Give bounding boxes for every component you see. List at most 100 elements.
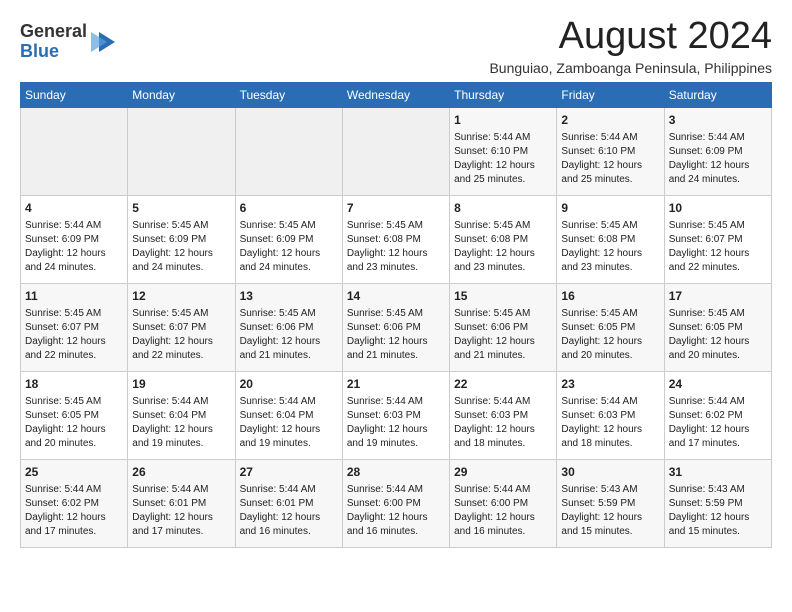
day-content: Daylight: 12 hours — [454, 335, 552, 349]
weekday-header-thursday: Thursday — [450, 82, 557, 107]
day-content: Sunrise: 5:45 AM — [240, 307, 338, 321]
day-content: Daylight: 12 hours — [240, 247, 338, 261]
day-content: Sunset: 6:10 PM — [454, 145, 552, 159]
day-content: and 24 minutes. — [132, 261, 230, 275]
day-content: Daylight: 12 hours — [561, 335, 659, 349]
day-content: and 24 minutes. — [25, 261, 123, 275]
day-content: Sunrise: 5:45 AM — [132, 307, 230, 321]
day-content: Daylight: 12 hours — [561, 423, 659, 437]
calendar-cell: 3Sunrise: 5:44 AMSunset: 6:09 PMDaylight… — [664, 107, 771, 195]
day-content: Sunrise: 5:44 AM — [454, 483, 552, 497]
calendar-cell: 15Sunrise: 5:45 AMSunset: 6:06 PMDayligh… — [450, 283, 557, 371]
day-content: Sunrise: 5:44 AM — [347, 395, 445, 409]
day-content: and 23 minutes. — [454, 261, 552, 275]
calendar-cell: 4 Sunrise: 5:44 AMSunset: 6:09 PMDaylight… — [21, 195, 128, 283]
day-content: Sunrise: 5:45 AM — [454, 307, 552, 321]
day-content: Daylight: 12 hours — [240, 423, 338, 437]
calendar-cell: 17Sunrise: 5:45 AMSunset: 6:05 PMDayligh… — [664, 283, 771, 371]
day-content: Sunrise: 5:44 AM — [240, 395, 338, 409]
day-content: and 21 minutes. — [454, 349, 552, 363]
day-content: Sunset: 6:02 PM — [669, 409, 767, 423]
day-content: and 24 minutes. — [669, 173, 767, 187]
day-content: Daylight: 12 hours — [240, 335, 338, 349]
calendar-cell: 8Sunrise: 5:45 AMSunset: 6:08 PMDaylight… — [450, 195, 557, 283]
day-content: Sunset: 6:04 PM — [240, 409, 338, 423]
weekday-header-friday: Friday — [557, 82, 664, 107]
day-number: 29 — [454, 464, 552, 481]
day-content: Sunset: 6:07 PM — [669, 233, 767, 247]
day-number: 1 — [454, 112, 552, 129]
calendar-week-row: 1Sunrise: 5:44 AMSunset: 6:10 PMDaylight… — [21, 107, 772, 195]
day-content: and 19 minutes. — [347, 437, 445, 451]
day-content: Daylight: 12 hours — [132, 423, 230, 437]
day-content: Daylight: 12 hours — [347, 511, 445, 525]
day-content: Sunset: 6:04 PM — [132, 409, 230, 423]
calendar-cell: 12Sunrise: 5:45 AMSunset: 6:07 PMDayligh… — [128, 283, 235, 371]
logo-general-text: General — [20, 21, 87, 41]
day-number: 20 — [240, 376, 338, 393]
calendar-week-row: 25Sunrise: 5:44 AMSunset: 6:02 PMDayligh… — [21, 459, 772, 547]
day-content: and 18 minutes. — [454, 437, 552, 451]
month-year-title: August 2024 — [489, 16, 772, 58]
title-block: August 2024 Bunguiao, Zamboanga Peninsul… — [489, 16, 772, 76]
calendar-cell — [342, 107, 449, 195]
calendar-cell: 14Sunrise: 5:45 AMSunset: 6:06 PMDayligh… — [342, 283, 449, 371]
day-number: 4 — [25, 200, 123, 217]
day-number: 10 — [669, 200, 767, 217]
calendar-cell: 23Sunrise: 5:44 AMSunset: 6:03 PMDayligh… — [557, 371, 664, 459]
day-number: 15 — [454, 288, 552, 305]
calendar-table: SundayMondayTuesdayWednesdayThursdayFrid… — [20, 82, 772, 548]
calendar-cell: 11Sunrise: 5:45 AMSunset: 6:07 PMDayligh… — [21, 283, 128, 371]
weekday-header-sunday: Sunday — [21, 82, 128, 107]
day-content: Daylight: 12 hours — [669, 511, 767, 525]
day-content: and 17 minutes. — [669, 437, 767, 451]
day-content: and 23 minutes. — [347, 261, 445, 275]
day-number: 24 — [669, 376, 767, 393]
logo-icon — [89, 28, 117, 56]
calendar-cell: 6Sunrise: 5:45 AMSunset: 6:09 PMDaylight… — [235, 195, 342, 283]
day-content: Sunset: 6:10 PM — [561, 145, 659, 159]
day-content: and 15 minutes. — [561, 525, 659, 539]
location-subtitle: Bunguiao, Zamboanga Peninsula, Philippin… — [489, 60, 772, 76]
day-content: and 18 minutes. — [561, 437, 659, 451]
day-content: Daylight: 12 hours — [347, 335, 445, 349]
day-content: Sunrise: 5:43 AM — [561, 483, 659, 497]
day-number: 21 — [347, 376, 445, 393]
logo-blue-text: Blue — [20, 41, 59, 61]
day-content: Sunrise: 5:44 AM — [561, 395, 659, 409]
calendar-cell: 10Sunrise: 5:45 AMSunset: 6:07 PMDayligh… — [664, 195, 771, 283]
day-content: Daylight: 12 hours — [454, 423, 552, 437]
day-content: Sunset: 6:05 PM — [669, 321, 767, 335]
day-content: Sunrise: 5:44 AM — [132, 395, 230, 409]
day-content: Daylight: 12 hours — [669, 335, 767, 349]
calendar-cell: 28Sunrise: 5:44 AMSunset: 6:00 PMDayligh… — [342, 459, 449, 547]
day-number: 28 — [347, 464, 445, 481]
day-content: Daylight: 12 hours — [132, 335, 230, 349]
calendar-cell — [128, 107, 235, 195]
day-number: 13 — [240, 288, 338, 305]
day-content: Sunset: 6:08 PM — [454, 233, 552, 247]
day-content: and 21 minutes. — [347, 349, 445, 363]
day-content: Sunrise: 5:45 AM — [25, 395, 123, 409]
day-content: Sunrise: 5:45 AM — [240, 219, 338, 233]
day-number: 2 — [561, 112, 659, 129]
day-content: Sunset: 6:03 PM — [347, 409, 445, 423]
day-content: Sunrise: 5:45 AM — [669, 307, 767, 321]
day-content: Daylight: 12 hours — [561, 511, 659, 525]
day-number: 7 — [347, 200, 445, 217]
day-content: Sunset: 6:00 PM — [454, 497, 552, 511]
calendar-cell: 13Sunrise: 5:45 AMSunset: 6:06 PMDayligh… — [235, 283, 342, 371]
day-content: Daylight: 12 hours — [25, 511, 123, 525]
day-content: Daylight: 12 hours — [25, 247, 123, 261]
day-content: Sunrise: 5:45 AM — [347, 219, 445, 233]
calendar-cell: 21Sunrise: 5:44 AMSunset: 6:03 PMDayligh… — [342, 371, 449, 459]
calendar-cell: 20 Sunrise: 5:44 AMSunset: 6:04 PMDayligh… — [235, 371, 342, 459]
day-content: Sunset: 6:09 PM — [669, 145, 767, 159]
weekday-header-tuesday: Tuesday — [235, 82, 342, 107]
day-content: and 17 minutes. — [132, 525, 230, 539]
day-content: Sunset: 6:09 PM — [25, 233, 123, 247]
day-number: 18 — [25, 376, 123, 393]
day-content: Sunrise: 5:44 AM — [25, 219, 123, 233]
day-content: Sunset: 6:09 PM — [132, 233, 230, 247]
day-content: Sunrise: 5:44 AM — [240, 483, 338, 497]
